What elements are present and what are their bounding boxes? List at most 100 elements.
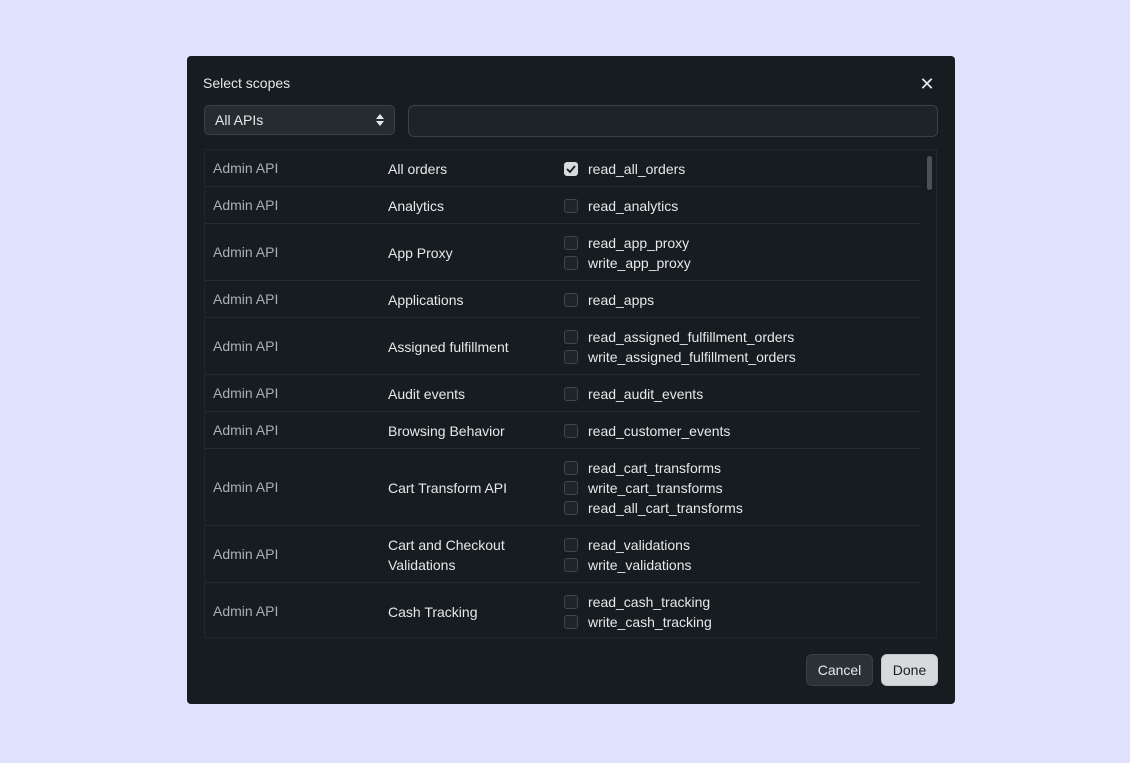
scope-checkbox[interactable]: [564, 460, 578, 475]
row-resource-name: Assigned fulfillment: [388, 338, 509, 355]
row-resource-name: Cart and Checkout Validations: [388, 536, 505, 573]
scope-checkbox[interactable]: [564, 423, 578, 438]
row-scopes: read_app_proxy write_app_proxy: [564, 233, 691, 273]
scope-label: write_validations: [588, 556, 692, 573]
row-api-label: Admin API: [213, 159, 279, 176]
scope-option[interactable]: read_app_proxy: [564, 233, 691, 253]
sort-arrows-icon: [376, 114, 384, 126]
table-row: Admin API Audit events read_audit_events: [205, 375, 921, 412]
scope-option[interactable]: read_apps: [564, 290, 654, 310]
scope-option[interactable]: write_cart_transforms: [564, 478, 743, 498]
dialog-title: Select scopes: [203, 75, 291, 91]
scope-label: read_analytics: [588, 197, 679, 214]
row-api-label: Admin API: [213, 384, 279, 401]
scope-option[interactable]: read_validations: [564, 535, 692, 555]
row-api-label: Admin API: [213, 602, 279, 619]
row-resource-name: All orders: [388, 160, 448, 177]
row-scopes: read_assigned_fulfillment_orders write_as…: [564, 327, 796, 367]
row-api-label: Admin API: [213, 478, 279, 495]
scope-label: write_cart_transforms: [588, 479, 723, 496]
row-resource-name: Browsing Behavior: [388, 422, 505, 439]
scope-label: read_apps: [588, 291, 655, 308]
scope-checkbox[interactable]: [564, 349, 578, 364]
scrollbar[interactable]: [927, 156, 932, 190]
scope-option[interactable]: read_cash_tracking: [564, 592, 712, 612]
scope-label: read_validations: [588, 536, 690, 553]
scope-option[interactable]: read_customer_events: [564, 421, 730, 441]
scope-checkbox[interactable]: [564, 480, 578, 495]
scope-label: write_cash_tracking: [588, 613, 712, 630]
scope-checkbox[interactable]: [564, 292, 578, 307]
row-scopes: read_cart_transforms write_cart_transform…: [564, 458, 743, 518]
scope-checkbox[interactable]: [564, 235, 578, 250]
close-icon[interactable]: ✕: [917, 74, 937, 94]
search-input[interactable]: [408, 105, 938, 137]
row-resource-name: Cart Transform API: [388, 479, 508, 496]
row-api-label: Admin API: [213, 545, 279, 562]
row-scopes: read_customer_events: [564, 421, 730, 441]
scope-checkbox[interactable]: [564, 386, 578, 401]
api-filter-value: All APIs: [215, 112, 264, 128]
scope-label: read_customer_events: [588, 422, 731, 439]
scope-checkbox[interactable]: [564, 614, 578, 629]
table-row: Admin API Browsing Behavior read_customer_…: [205, 412, 921, 449]
row-api-label: Admin API: [213, 243, 279, 260]
scope-option[interactable]: write_cash_tracking: [564, 612, 712, 632]
scope-checkbox[interactable]: [564, 329, 578, 344]
row-resource-name: Applications: [388, 291, 464, 308]
done-button[interactable]: Done: [881, 654, 938, 686]
table-row: Admin API Assigned fulfillment read_assign…: [205, 318, 921, 375]
scope-option[interactable]: read_all_cart_transforms: [564, 498, 743, 518]
select-scopes-dialog: Select scopes ✕ All APIs Admin API All or…: [187, 56, 955, 704]
api-filter-select[interactable]: All APIs: [204, 105, 395, 135]
checkmark-icon: [566, 164, 576, 173]
scope-option[interactable]: read_analytics: [564, 196, 678, 216]
cancel-button[interactable]: Cancel: [806, 654, 873, 686]
scopes-table[interactable]: Admin API All orders read_all_orders Admin …: [204, 149, 937, 638]
table-row: Admin API Analytics read_analytics: [205, 187, 921, 224]
row-resource-name: Analytics: [388, 197, 445, 214]
scope-option[interactable]: read_audit_events: [564, 384, 703, 404]
scope-option[interactable]: read_assigned_fulfillment_orders: [564, 327, 796, 347]
scope-checkbox[interactable]: [564, 255, 578, 270]
scope-option[interactable]: write_app_proxy: [564, 253, 691, 273]
row-resource-name: Audit events: [388, 385, 466, 402]
table-row: Admin API Cart and Checkout Validations re…: [205, 526, 921, 583]
row-scopes: read_validations write_validations: [564, 535, 692, 575]
row-scopes: read_all_orders: [564, 159, 685, 179]
scope-checkbox[interactable]: [564, 161, 578, 176]
row-scopes: read_apps: [564, 290, 654, 310]
scope-option[interactable]: read_cart_transforms: [564, 458, 743, 478]
scope-checkbox[interactable]: [564, 198, 578, 213]
scope-label: read_cart_transforms: [588, 459, 722, 476]
scope-label: read_all_cart_transforms: [588, 499, 743, 516]
row-resource-name: Cash Tracking: [388, 603, 478, 620]
scope-label: read_app_proxy: [588, 234, 690, 251]
scope-checkbox[interactable]: [564, 557, 578, 572]
scope-label: write_assigned_fulfillment_orders: [588, 348, 796, 365]
row-api-label: Admin API: [213, 421, 279, 438]
table-row: Admin API Applications read_apps: [205, 281, 921, 318]
scope-option[interactable]: write_validations: [564, 555, 692, 575]
row-scopes: read_cash_tracking write_cash_tracking: [564, 592, 712, 632]
row-scopes: read_analytics: [564, 196, 678, 216]
scope-label: write_app_proxy: [588, 254, 691, 271]
row-api-label: Admin API: [213, 290, 279, 307]
table-row: Admin API App Proxy read_app_proxy write_ap…: [205, 224, 921, 281]
table-row: Admin API Cart Transform API read_cart_tra…: [205, 449, 921, 526]
row-resource-name: App Proxy: [388, 244, 453, 261]
row-api-label: Admin API: [213, 196, 279, 213]
table-row: Admin API All orders read_all_orders: [205, 150, 921, 187]
row-scopes: read_audit_events: [564, 384, 703, 404]
scope-checkbox[interactable]: [564, 594, 578, 609]
scopes-table-body: Admin API All orders read_all_orders Admin …: [205, 150, 936, 637]
scope-option[interactable]: read_all_orders: [564, 159, 685, 179]
scope-label: read_audit_events: [588, 385, 704, 402]
scope-option[interactable]: write_assigned_fulfillment_orders: [564, 347, 796, 367]
scope-label: read_cash_tracking: [588, 593, 711, 610]
table-row: Admin API Cash Tracking read_cash_tracking…: [205, 583, 921, 637]
scope-label: read_assigned_fulfillment_orders: [588, 328, 795, 345]
scope-checkbox[interactable]: [564, 537, 578, 552]
scope-checkbox[interactable]: [564, 500, 578, 515]
row-api-label: Admin API: [213, 337, 279, 354]
